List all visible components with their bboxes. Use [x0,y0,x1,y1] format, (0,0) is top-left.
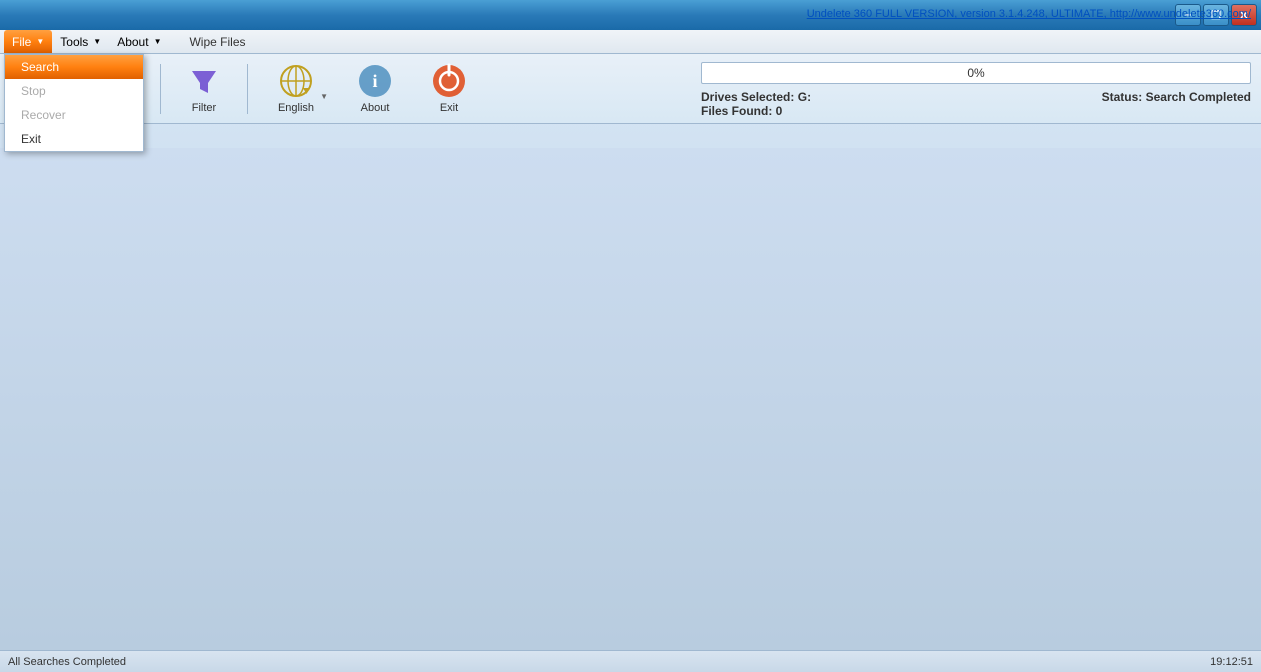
toolbar-separator-2 [247,64,248,114]
status-value: Search Completed [1146,90,1251,104]
exit-button[interactable]: Exit [414,59,484,119]
status-label: Status: [1102,90,1143,104]
about-menu-arrow: ▼ [154,37,162,46]
files-label: Files Found: [701,104,772,118]
version-link[interactable]: Undelete 360 FULL VERSION, version 3.1.4… [807,8,1251,20]
statusbar-message: All Searches Completed [8,656,126,668]
language-button[interactable]: English ▼ [256,59,336,119]
status-bar: All Searches Completed 19:12:51 [0,650,1261,672]
about-label: About [361,102,390,114]
language-icon [278,63,314,99]
drives-info: Drives Selected: G: Files Found: 0 [701,90,811,118]
dropdown-stop: Stop [5,79,143,103]
main-content [0,148,1261,650]
status-info: Status: Search Completed [1102,90,1251,104]
file-dropdown: Search Stop Recover Exit [4,54,144,152]
file-menu[interactable]: File ▼ Search Stop Recover Exit [4,30,52,53]
menu-bar: File ▼ Search Stop Recover Exit Tools ▼ … [0,30,1261,54]
language-dropdown-arrow: ▼ [320,92,328,101]
file-menu-arrow: ▼ [36,37,44,46]
tools-menu-arrow: ▼ [93,37,101,46]
drives-value: G: [798,90,811,104]
dropdown-exit[interactable]: Exit [5,127,143,151]
dropdown-search[interactable]: Search [5,55,143,79]
drives-label: Drives Selected: [701,90,794,104]
filter-icon [186,63,222,99]
files-value: 0 [776,104,783,118]
svg-text:i: i [372,71,377,91]
tools-menu[interactable]: Tools ▼ [52,30,109,53]
language-label: English [278,102,314,114]
about-menu[interactable]: About ▼ [109,30,169,53]
filter-button[interactable]: Filter [169,59,239,119]
toolbar-separator-1 [160,64,161,114]
about-button[interactable]: i About [340,59,410,119]
tools-menu-label: Tools [60,35,88,49]
about-menu-label: About [117,35,148,49]
right-panel: 0% Drives Selected: G: Files Found: 0 St… [691,54,1261,126]
exit-label: Exit [440,102,458,114]
progress-percent: 0% [967,66,984,80]
filter-label: Filter [192,102,216,114]
statusbar-time: 19:12:51 [1210,656,1253,668]
dropdown-recover: Recover [5,103,143,127]
about-icon: i [357,63,393,99]
progress-bar: 0% [701,62,1251,84]
status-row: Drives Selected: G: Files Found: 0 Statu… [701,90,1251,118]
wipe-files-label: Wipe Files [189,35,245,49]
file-menu-label: File [12,35,31,49]
exit-icon [431,63,467,99]
